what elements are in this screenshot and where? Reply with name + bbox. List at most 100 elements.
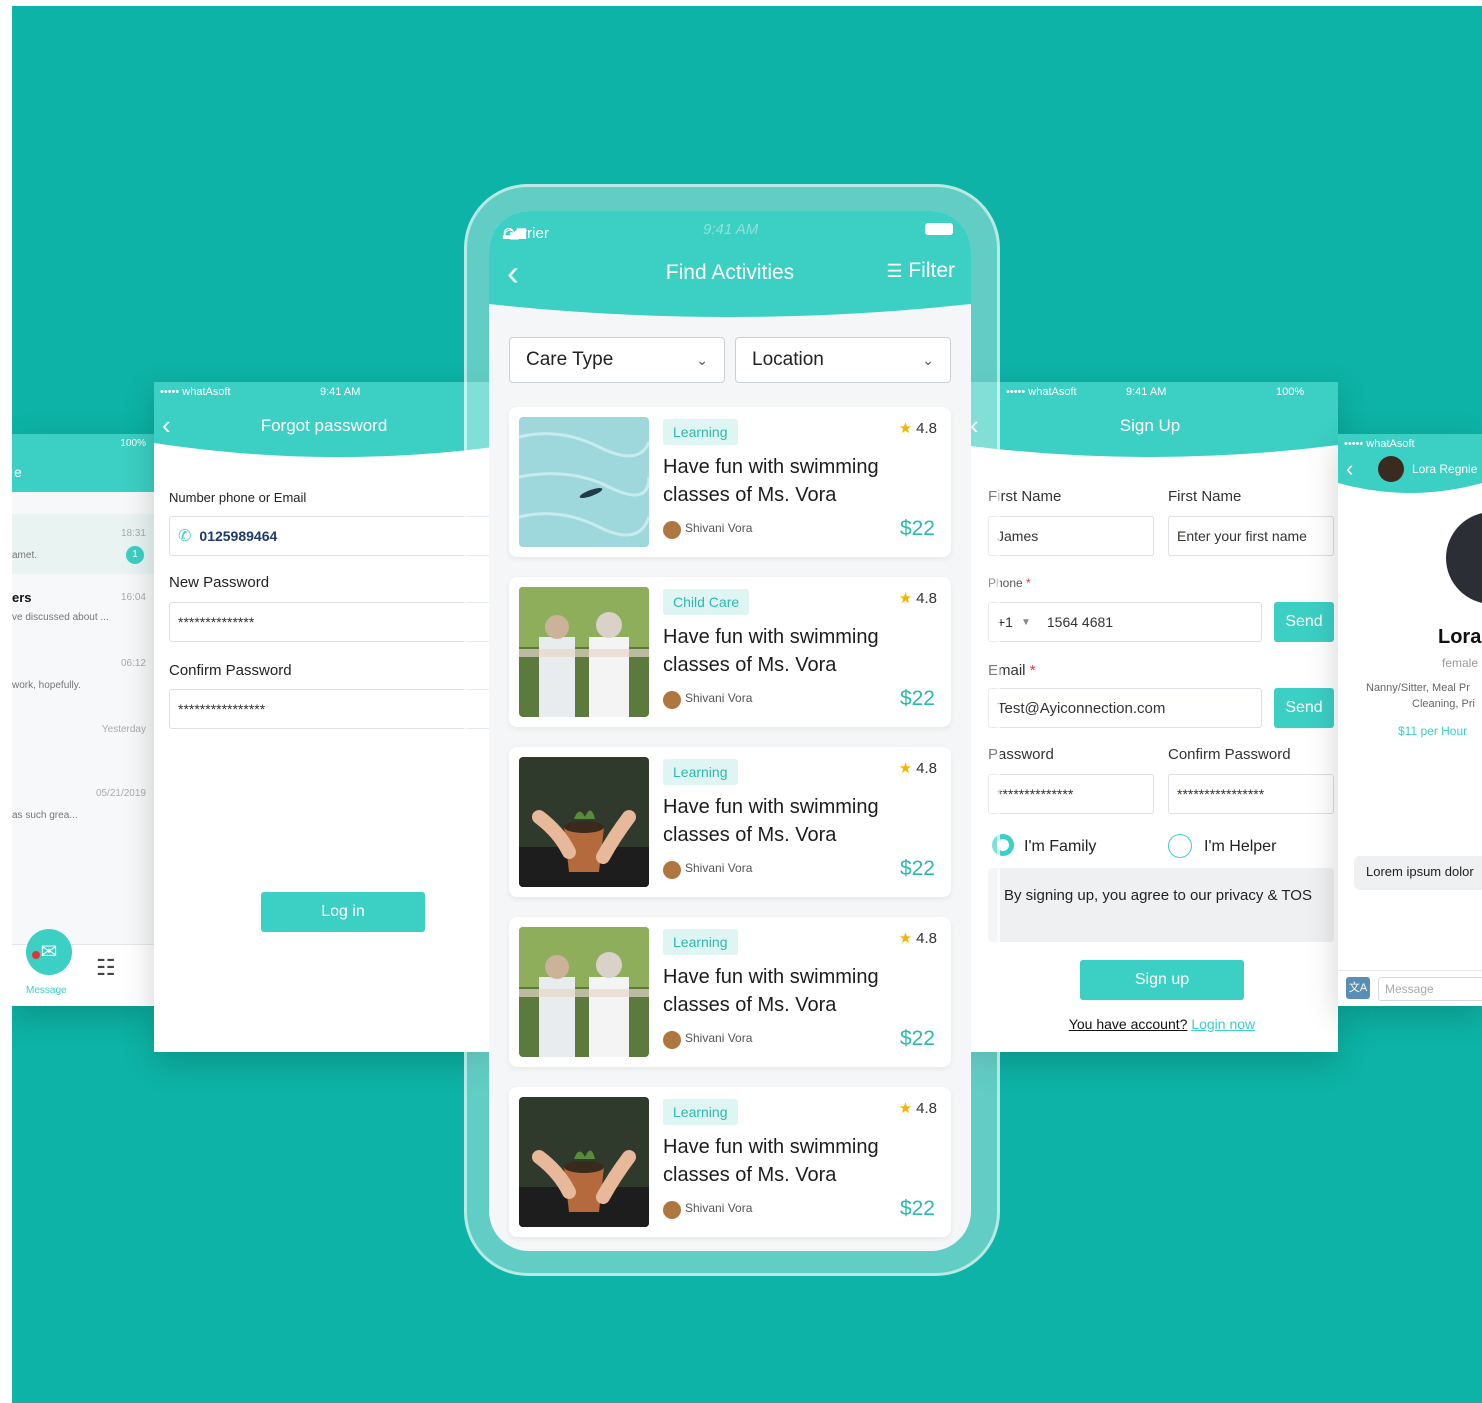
activity-image [519,587,649,717]
chevron-down-icon[interactable]: ▼ [1021,617,1031,628]
login-button[interactable]: Log in [261,892,425,932]
grid-icon[interactable]: ☷ [96,955,116,981]
price: $22 [899,1027,935,1050]
battery-icon [925,223,953,235]
signup-header: ••••• whatAsoft 9:41 AM 100% ‹ Sign Up [962,382,1338,463]
translate-icon[interactable]: 文A [1346,977,1370,999]
activity-image [519,417,649,547]
activity-card[interactable]: Learning ★ 4.8 Have fun with swimming class… [509,1087,951,1237]
time-label: 9:41 AM [703,221,759,238]
list-item[interactable]: 18:31 amet. 1 [12,514,154,574]
message-preview: amet. [12,550,38,561]
author-avatar [663,1031,681,1049]
filter-label: Filter [908,259,955,282]
confirm-password-label: Confirm Password [1168,746,1291,763]
forgot-header: ••••• whatAsoft 9:41 AM ‹ Forgot passwor… [154,382,494,463]
new-password-label: New Password [169,574,270,591]
radio-family-label[interactable]: I'm Family [1024,838,1096,856]
message-preview: as such grea... [12,810,78,821]
star-icon: ★ [898,420,913,437]
confirm-password-field[interactable]: **************** [1168,774,1334,814]
signup-button[interactable]: Sign up [1080,960,1244,1000]
new-password-field[interactable]: ************** [169,602,494,642]
wifi-icon: ◠ [503,227,517,244]
chevron-down-icon: ⌄ [922,351,934,368]
phone-icon: ✆ [178,528,192,545]
password-field[interactable]: ************** [988,774,1154,814]
activity-card[interactable]: Learning ★ 4.8 Have fun with swimming class… [509,917,951,1067]
author-name: Shivani Vora [685,521,753,535]
profile-services: Nanny/Sitter, Meal Pr [1366,682,1470,694]
location-dropdown[interactable]: Location ⌄ [735,337,951,383]
rating: ★ 4.8 [899,419,937,437]
header-wave [489,304,971,324]
first-name-field[interactable]: Enter your first name [1168,516,1334,556]
message-preview: ve discussed about ... [12,612,109,623]
category-tag: Learning [663,419,738,445]
unread-badge: 1 [126,546,144,564]
activity-card[interactable]: Learning ★ 4.8 Have fun with swimming class… [509,407,951,557]
profile-rate: $11 per Hour [1398,724,1468,738]
terms-text: By signing up, you agree to our privacy … [1004,887,1312,904]
email-value: Test@Ayiconnection.com [997,699,1166,717]
login-now-link[interactable]: Login now [1191,1016,1255,1032]
confirm-password-value: **************** [178,701,266,717]
activity-image [519,927,649,1057]
message-input[interactable]: Message [1378,977,1482,1001]
list-item[interactable]: ers 16:04 ve discussed about ... [12,584,154,640]
battery-label: 100% [1276,386,1305,398]
last-name-value: James [997,528,1039,544]
phone-field[interactable]: +1 ▼ 1564 4681 [988,602,1262,642]
care-type-dropdown[interactable]: Care Type ⌄ [509,337,725,383]
price: $22 [899,517,935,540]
list-item[interactable]: 06:12 work, hopefully. [12,650,154,706]
rating-value: 4.8 [916,420,937,437]
required-marker: * [1029,662,1036,679]
send-phone-button[interactable]: Send [1274,602,1334,642]
nav-message-label[interactable]: Message [26,985,67,996]
activity-title: Have fun with swimming classes of Ms. Vo… [663,966,879,1016]
background: 100% e 18:31 amet. 1 ers 16:04 ve discus… [12,6,1482,1403]
activity-card[interactable]: Learning ★ 4.8 Have fun with swimming class… [509,747,951,897]
chat-bubble: Lorem ipsum dolor [1354,856,1482,890]
profile-screen: ••••• whatAsoft ‹ Lora Regnie Lora femal… [1338,434,1482,1006]
header-wave [1338,483,1482,499]
carrier-label: ••••• whatAsoft [1006,386,1077,398]
status-bar: ▂▄▆ Carrier ◠ 9:41 AM [489,211,971,244]
activity-image [519,1097,649,1227]
new-password-value: ************** [178,614,255,630]
rating-value: 4.8 [916,760,937,777]
list-item[interactable]: Yesterday [12,716,154,772]
radio-helper[interactable] [1168,834,1192,858]
contact-field[interactable]: ✆ 0125989464 [169,516,494,556]
radio-helper-label: I'm Helper [1204,838,1277,855]
send-email-button[interactable]: Send [1274,688,1334,728]
messages-header: 100% e [12,434,154,492]
first-name-label: First Name [1168,488,1242,505]
status-bar: ••••• whatAsoft 9:41 AM [154,382,494,404]
activity-card[interactable]: Child Care ★ 4.8 Have fun with swimming cla… [509,577,951,727]
main-header: ▂▄▆ Carrier ◠ 9:41 AM ‹ Find Activities … [489,211,971,324]
star-icon: ★ [898,590,913,607]
confirm-password-field[interactable]: **************** [169,689,494,729]
notification-dot [32,951,40,959]
confirm-password-label: Confirm Password [169,662,292,679]
messages-screen: 100% e 18:31 amet. 1 ers 16:04 ve discus… [12,434,154,1006]
profile-services-2: Cleaning, Pri [1412,698,1475,710]
message-time: 18:31 [120,528,146,539]
activity-title: Have fun with swimming classes of Ms. Vo… [663,1136,879,1186]
author-avatar [663,691,681,709]
rating: ★ 4.8 [899,1099,937,1117]
time-label: 9:41 AM [1126,386,1167,398]
list-item[interactable]: 05/21/2019 as such grea... [12,782,154,838]
rating: ★ 4.8 [899,589,937,607]
email-field[interactable]: Test@Ayiconnection.com [988,688,1262,728]
filter-button[interactable]: ☰ Filter [886,259,955,283]
price: $22 [899,857,935,880]
message-preview: work, hopefully. [12,680,81,691]
last-name-field[interactable]: James [988,516,1154,556]
message-time: 05/21/2019 [95,788,146,799]
category-tag: Child Care [663,589,750,615]
find-activities-screen: ▂▄▆ Carrier ◠ 9:41 AM ‹ Find Activities … [489,211,971,1251]
message-bar: 文A Message [1338,970,1482,1006]
